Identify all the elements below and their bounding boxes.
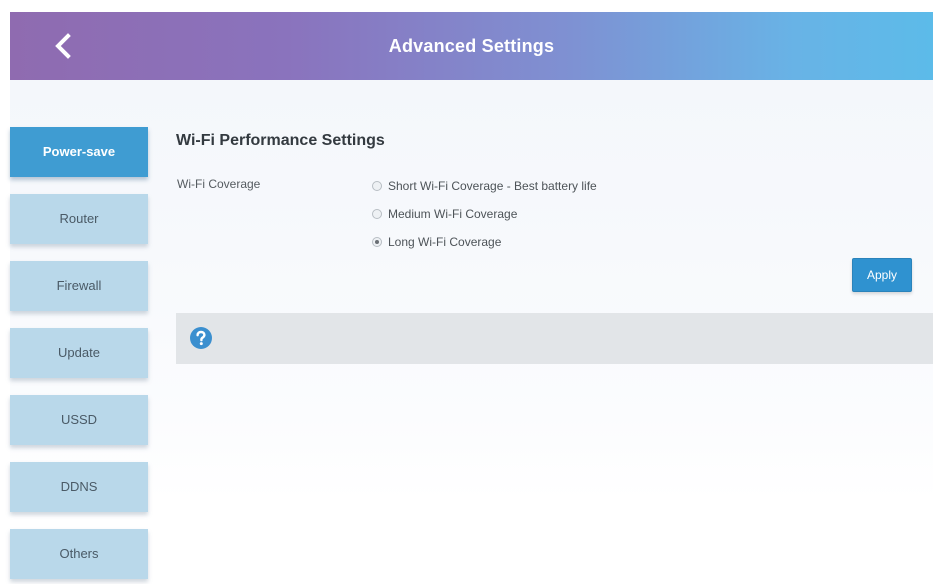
radio-button-selected[interactable] [372,237,382,247]
question-circle-icon[interactable] [189,326,213,350]
radio-button[interactable] [372,209,382,219]
radio-option-long[interactable]: Long Wi-Fi Coverage [372,233,501,251]
radio-label: Short Wi-Fi Coverage - Best battery life [388,179,597,193]
page-title: Advanced Settings [388,36,555,56]
radio-label: Medium Wi-Fi Coverage [388,207,518,221]
sidebar-item-firewall[interactable]: Firewall [10,261,148,311]
radio-button[interactable] [372,181,382,191]
radio-option-short[interactable]: Short Wi-Fi Coverage - Best battery life [372,177,597,195]
help-bar [176,313,933,364]
radio-label: Long Wi-Fi Coverage [388,235,502,249]
page: Advanced Settings Power-save Router Fire… [0,0,933,584]
sidebar-item-ddns[interactable]: DDNS [10,462,148,512]
header-bar: Advanced Settings [10,12,933,80]
wifi-coverage-label: Wi-Fi Coverage [177,177,261,191]
sidebar-item-others[interactable]: Others [10,529,148,579]
content-background [10,80,933,500]
sidebar-item-power-save[interactable]: Power-save [10,127,148,177]
apply-button[interactable]: Apply [852,258,912,292]
section-title: Wi-Fi Performance Settings [176,132,385,149]
sidebar-item-router[interactable]: Router [10,194,148,244]
radio-option-medium[interactable]: Medium Wi-Fi Coverage [372,205,517,223]
sidebar-item-ussd[interactable]: USSD [10,395,148,445]
sidebar-item-update[interactable]: Update [10,328,148,378]
